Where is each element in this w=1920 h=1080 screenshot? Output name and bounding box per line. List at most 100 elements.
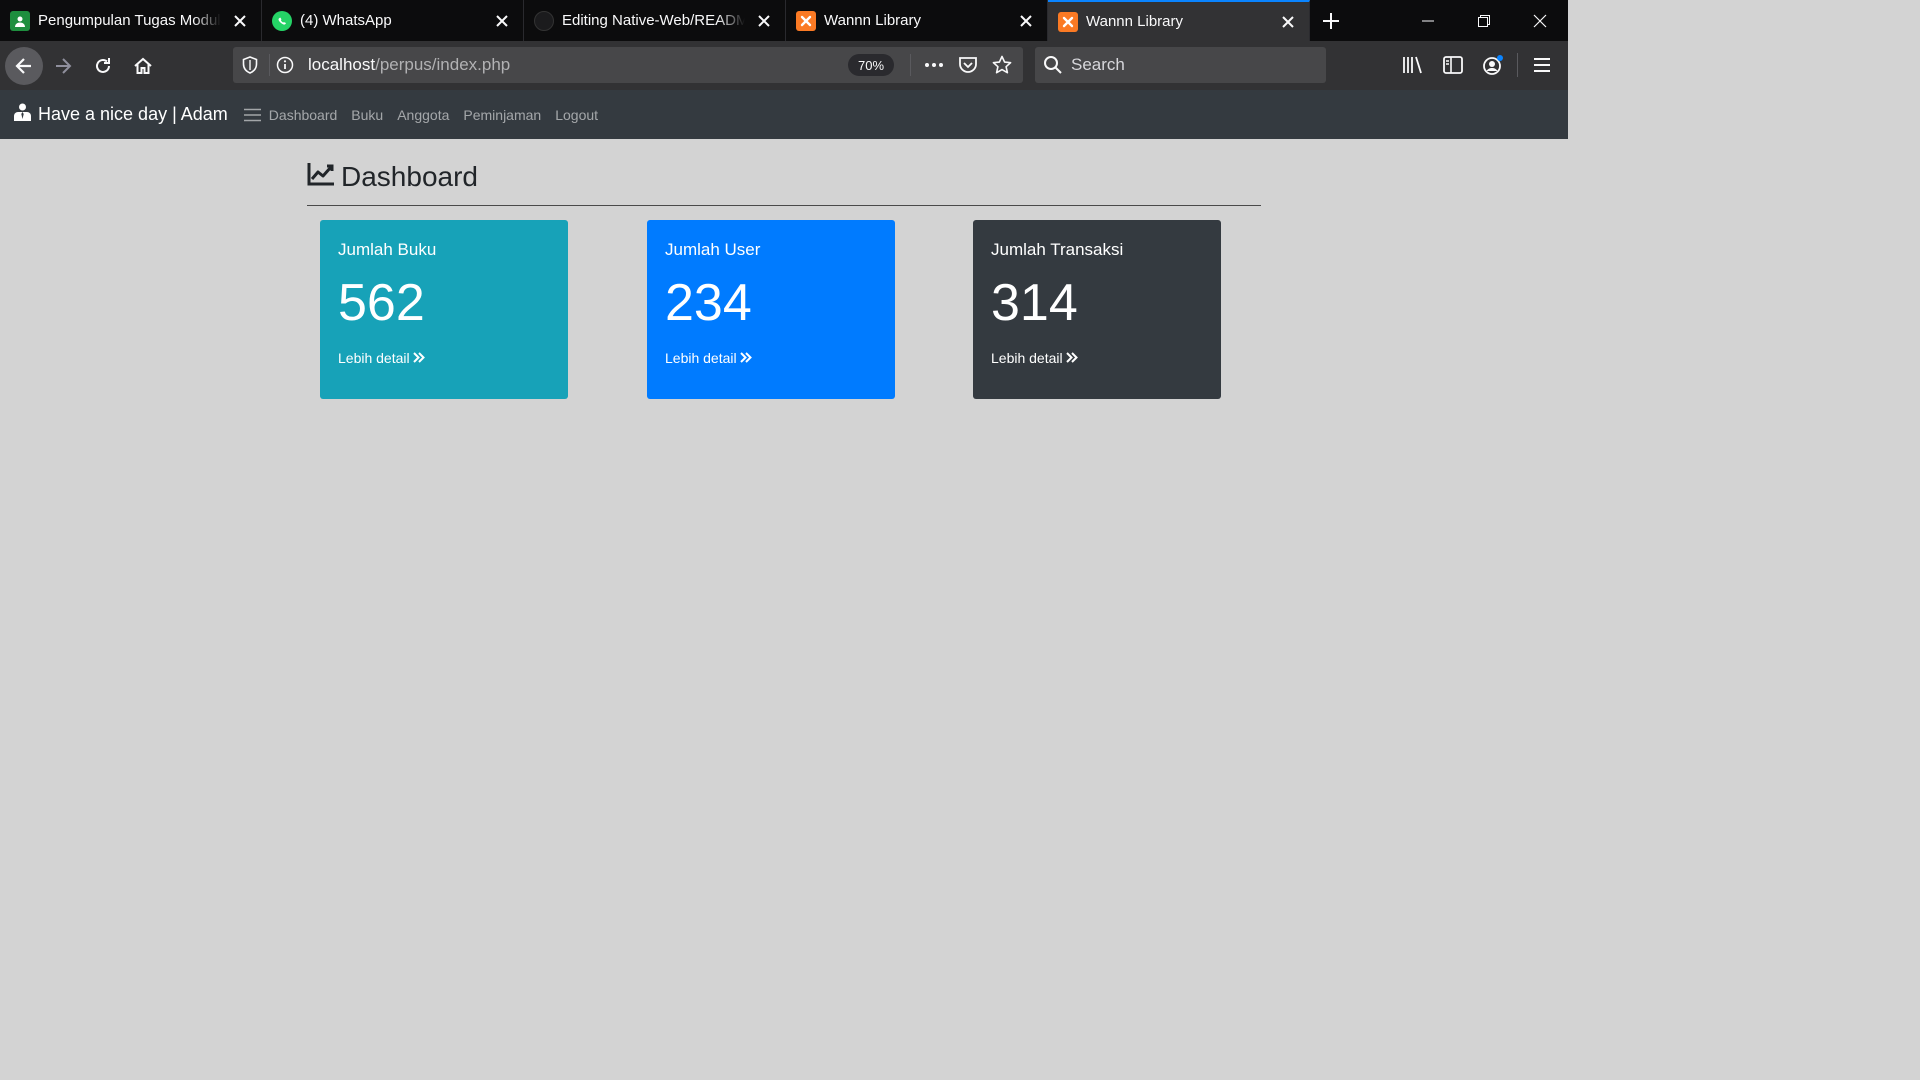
hamburger-icon (1534, 58, 1550, 72)
url-host: localhost (308, 55, 376, 74)
nav-toolbar: localhost/perpus/index.php 70% (0, 41, 1568, 90)
menu-button[interactable] (1522, 45, 1562, 85)
url-path: /perpus/index.php (375, 55, 511, 74)
pocket-button[interactable] (951, 49, 985, 81)
search-input[interactable] (1071, 55, 1311, 75)
chart-line-icon (307, 161, 335, 193)
home-button[interactable] (123, 46, 163, 86)
card-value: 234 (665, 274, 752, 332)
nav-link-buku[interactable]: Buku (351, 107, 383, 123)
library-button[interactable] (1393, 45, 1433, 85)
nav-link-peminjaman[interactable]: Peminjaman (463, 107, 541, 123)
minimize-button[interactable] (1400, 0, 1456, 41)
window-controls (1400, 0, 1568, 41)
tab-wannn-library-active[interactable]: Wannn Library (1048, 0, 1310, 41)
card-detail-link[interactable]: Lebih detail (338, 350, 550, 366)
tab-title: Pengumpulan Tugas Modul 1 (38, 12, 221, 29)
toolbar-separator (1517, 53, 1518, 77)
card-link-text: Lebih detail (665, 349, 737, 366)
search-bar[interactable] (1035, 47, 1326, 83)
tab-wannn-library[interactable]: Wannn Library (786, 0, 1048, 41)
more-horizontal-icon (925, 63, 943, 67)
tab-title: (4) WhatsApp (300, 12, 392, 29)
angle-double-right-icon (412, 352, 425, 364)
close-icon[interactable] (229, 10, 251, 32)
whatsapp-icon (272, 10, 292, 31)
arrow-right-icon (56, 57, 72, 74)
card-detail-link[interactable]: Lebih detail (991, 350, 1203, 366)
github-icon (534, 10, 554, 31)
account-button[interactable] (1473, 45, 1513, 85)
restore-icon (1478, 14, 1490, 27)
card-value: 314 (991, 274, 1078, 332)
sidebar-icon (1443, 56, 1463, 74)
tab-title: Editing Native-Web/README.md (562, 12, 745, 29)
app-navbar: Have a nice day | Adam Dashboard Buku An… (0, 90, 1568, 139)
reload-icon (96, 57, 110, 73)
shield-icon[interactable] (233, 49, 267, 81)
toolbar-right (1393, 45, 1562, 85)
back-button[interactable] (5, 46, 43, 85)
bookmark-star-button[interactable] (985, 49, 1019, 81)
page-title-text: Dashboard (341, 161, 478, 192)
forward-button[interactable] (43, 46, 83, 86)
close-icon[interactable] (1277, 11, 1299, 33)
page-title: Dashboard (307, 161, 1261, 193)
library-icon (1403, 56, 1422, 74)
search-icon (1044, 56, 1062, 74)
angle-double-right-icon (739, 352, 752, 364)
nav-link-anggota[interactable]: Anggota (397, 107, 449, 123)
close-icon[interactable] (1015, 10, 1037, 32)
tab-strip: Pengumpulan Tugas Modul 1 (4) WhatsApp E… (0, 0, 1568, 41)
arrow-left-icon (15, 57, 31, 74)
nav-link-dashboard[interactable]: Dashboard (269, 107, 338, 123)
url-actions (910, 49, 1019, 81)
info-icon[interactable] (270, 49, 300, 81)
card-jumlah-transaksi: Jumlah Transaksi 314 Lebih detail (973, 220, 1221, 399)
reload-button[interactable] (83, 46, 123, 86)
nav-link-logout[interactable]: Logout (555, 107, 598, 123)
restore-button[interactable] (1456, 0, 1512, 41)
card-value: 562 (338, 274, 425, 332)
sidebar-button[interactable] (1433, 45, 1473, 85)
star-icon (992, 55, 1012, 74)
user-tie-icon (13, 103, 32, 126)
menu-bars-icon[interactable] (243, 108, 261, 122)
xampp-icon (1058, 11, 1078, 32)
tab-title: Wannn Library (824, 12, 921, 29)
close-window-button[interactable] (1512, 0, 1568, 41)
new-tab-button[interactable] (1310, 0, 1352, 41)
card-link-text: Lebih detail (991, 349, 1063, 366)
angle-double-right-icon (1065, 352, 1078, 364)
card-link-text: Lebih detail (338, 349, 410, 366)
card-jumlah-user: Jumlah User 234 Lebih detail (647, 220, 895, 399)
card-detail-link[interactable]: Lebih detail (665, 350, 877, 366)
brand-text: Have a nice day | Adam (38, 104, 228, 124)
stat-cards: Jumlah Buku 562 Lebih detail Jumlah User… (307, 206, 1261, 406)
main-content: Dashboard Jumlah Buku 562 Lebih detail J… (307, 139, 1261, 406)
xampp-icon (796, 10, 816, 31)
card-title: Jumlah Buku (338, 240, 437, 259)
zoom-badge[interactable]: 70% (848, 54, 894, 76)
card-title: Jumlah Transaksi (991, 240, 1124, 259)
card-title: Jumlah User (665, 240, 761, 259)
plus-icon (1323, 12, 1339, 29)
url-separator (910, 54, 911, 76)
minimize-icon (1422, 20, 1434, 21)
navbar-brand[interactable]: Have a nice day | Adam (13, 103, 228, 126)
classroom-icon (10, 10, 30, 31)
url-text[interactable]: localhost/perpus/index.php (308, 55, 510, 75)
close-icon (1533, 14, 1547, 27)
account-icon (1483, 55, 1503, 75)
url-bar[interactable]: localhost/perpus/index.php 70% (233, 47, 1023, 83)
tab-whatsapp[interactable]: (4) WhatsApp (262, 0, 524, 41)
tab-pengumpulan-tugas[interactable]: Pengumpulan Tugas Modul 1 (0, 0, 262, 41)
close-icon[interactable] (491, 10, 513, 32)
page-actions-button[interactable] (917, 49, 951, 81)
home-icon (134, 57, 152, 74)
card-jumlah-buku: Jumlah Buku 562 Lebih detail (320, 220, 568, 399)
pocket-icon (959, 57, 977, 73)
tab-github-readme[interactable]: Editing Native-Web/README.md (524, 0, 786, 41)
close-icon[interactable] (753, 10, 775, 32)
tab-title: Wannn Library (1086, 13, 1183, 30)
